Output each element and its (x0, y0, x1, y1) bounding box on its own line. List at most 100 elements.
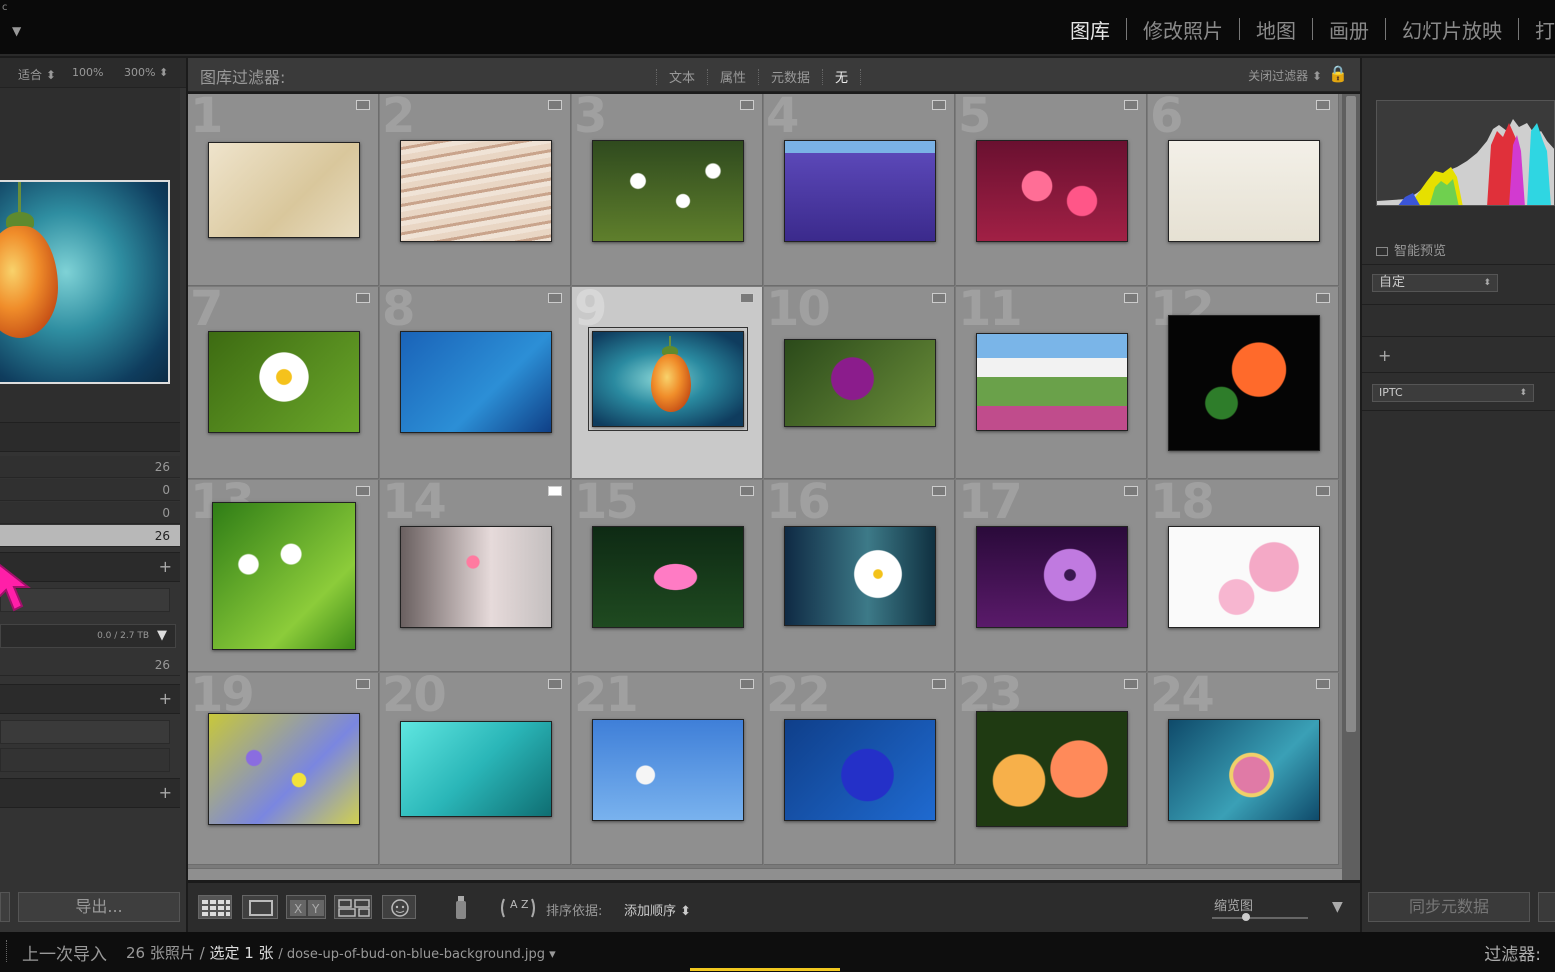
grid-cell[interactable]: 9 (572, 287, 763, 479)
quick-collection-marker-icon[interactable] (548, 293, 562, 303)
grid-cell[interactable]: 22 (764, 673, 955, 865)
quick-collection-marker-icon[interactable] (548, 679, 562, 689)
quick-collection-marker-icon[interactable] (932, 293, 946, 303)
sort-direction-icon[interactable]: A Z (498, 895, 538, 921)
quick-collection-marker-icon[interactable] (1316, 679, 1330, 689)
compare-view-icon[interactable]: XY (286, 895, 326, 919)
photo-thumbnail[interactable] (784, 526, 936, 626)
quick-collection-marker-icon[interactable] (1124, 486, 1138, 496)
photo-thumbnail[interactable] (212, 502, 356, 650)
zoom-100-option[interactable]: 100% (72, 66, 103, 79)
painter-spray-can-icon[interactable] (452, 893, 470, 921)
publish-services-header[interactable]: + (0, 778, 180, 808)
grid-view-icon[interactable] (198, 895, 232, 919)
grid-cell[interactable]: 15 (572, 480, 763, 672)
zoom-300-option[interactable]: 300% ⬍ (124, 66, 168, 79)
photo-thumbnail[interactable] (400, 526, 552, 628)
catalog-row-all-photos[interactable]: 26 (0, 456, 180, 478)
module-library[interactable]: 图库 (1060, 15, 1120, 44)
lock-icon[interactable]: 🔒 (1328, 64, 1348, 83)
photo-thumbnail[interactable] (976, 140, 1128, 242)
grid-cell[interactable]: 18 (1148, 480, 1339, 672)
grid-cell[interactable]: 17 (956, 480, 1147, 672)
people-view-icon[interactable] (382, 895, 416, 919)
photo-thumbnail[interactable] (208, 713, 360, 825)
photo-thumbnail[interactable] (592, 526, 744, 628)
photo-thumbnail[interactable] (1168, 140, 1320, 242)
quick-collection-marker-icon[interactable] (548, 100, 562, 110)
photo-thumbnail[interactable] (592, 140, 744, 242)
grid-cell[interactable]: 1 (188, 94, 379, 286)
photo-thumbnail[interactable] (592, 719, 744, 821)
grid-cell[interactable]: 20 (380, 673, 571, 865)
grid-cell[interactable]: 7 (188, 287, 379, 479)
photo-thumbnail[interactable] (400, 721, 552, 817)
quick-collection-marker-icon[interactable] (740, 100, 754, 110)
quick-collection-marker-icon[interactable] (1124, 293, 1138, 303)
add-publish-service-icon[interactable]: + (159, 783, 172, 802)
quick-collection-marker-icon[interactable] (356, 486, 370, 496)
metadata-preset-select[interactable]: IPTC ⬍ (1372, 384, 1534, 402)
collection-row[interactable] (0, 748, 170, 772)
source-label[interactable]: 上一次导入 (22, 940, 107, 965)
grid-cell[interactable]: 21 (572, 673, 763, 865)
add-folder-icon[interactable]: + (159, 557, 172, 576)
grid-cell[interactable]: 14 (380, 480, 571, 672)
quick-collection-marker-icon[interactable] (1124, 100, 1138, 110)
current-filename[interactable]: / dose-up-of-bud-on-blue-background.jpg … (278, 947, 555, 962)
photo-thumbnail[interactable] (1168, 315, 1320, 451)
quick-collection-marker-icon[interactable] (932, 486, 946, 496)
slider-knob[interactable] (1242, 913, 1250, 921)
filter-attribute-tab[interactable]: 属性 (708, 67, 758, 86)
catalog-row-quick-collection[interactable]: 0 (0, 479, 180, 501)
filter-metadata-tab[interactable]: 元数据 (759, 67, 822, 86)
photo-thumbnail[interactable] (976, 526, 1128, 628)
toolbar-menu-icon[interactable]: ▼ (1332, 899, 1343, 915)
catalog-header[interactable] (0, 422, 180, 452)
photo-thumbnail[interactable] (784, 339, 936, 427)
grid-cell[interactable]: 16 (764, 480, 955, 672)
quick-collection-marker-icon[interactable] (356, 100, 370, 110)
collections-header[interactable]: + (0, 684, 180, 714)
grid-cell[interactable]: 5 (956, 94, 1147, 286)
add-keyword-icon[interactable]: + (1378, 346, 1391, 365)
grid-cell[interactable]: 11 (956, 287, 1147, 479)
thumbnail-size-slider[interactable] (1212, 913, 1308, 921)
sort-order-select[interactable]: 添加顺序 ⬍ (624, 900, 691, 919)
photo-thumbnail[interactable] (588, 327, 748, 431)
quick-collection-marker-icon[interactable] (740, 293, 754, 303)
quick-collection-marker-icon[interactable] (932, 679, 946, 689)
grid-cell[interactable]: 6 (1148, 94, 1339, 286)
volume-expand-icon[interactable]: ▼ (157, 628, 167, 643)
grid-cell[interactable]: 23 (956, 673, 1147, 865)
photo-thumbnail[interactable] (976, 333, 1128, 431)
loupe-view-icon[interactable] (242, 895, 278, 919)
quick-collection-marker-icon[interactable] (1124, 679, 1138, 689)
filter-none-tab[interactable]: 无 (823, 67, 860, 86)
sync-metadata-button[interactable]: 同步元数据 (1368, 892, 1530, 922)
photo-thumbnail[interactable] (784, 719, 936, 821)
filter-text-tab[interactable]: 文本 (657, 67, 707, 86)
quick-collection-marker-icon[interactable] (356, 679, 370, 689)
grid-cell[interactable]: 10 (764, 287, 955, 479)
quick-collection-marker-icon[interactable] (1316, 100, 1330, 110)
quick-collection-marker-icon[interactable] (356, 293, 370, 303)
quick-collection-marker-icon[interactable] (1316, 486, 1330, 496)
quick-develop-preset-select[interactable]: 自定 ⬍ (1372, 274, 1498, 292)
module-print[interactable]: 打 (1525, 15, 1555, 44)
photo-thumbnail[interactable] (1168, 719, 1320, 821)
catalog-row-previous-import[interactable]: 26 (0, 525, 180, 547)
photo-thumbnail[interactable] (208, 142, 360, 238)
grid-cell[interactable]: 2 (380, 94, 571, 286)
photo-thumbnail[interactable] (1168, 526, 1320, 628)
quick-collection-marker-icon[interactable] (932, 100, 946, 110)
quick-collection-marker-icon[interactable] (1316, 293, 1330, 303)
grid-cell[interactable]: 24 (1148, 673, 1339, 865)
survey-view-icon[interactable] (334, 895, 372, 919)
import-button[interactable] (0, 892, 10, 922)
quick-collection-marker-icon[interactable] (740, 679, 754, 689)
sync-settings-button[interactable] (1538, 892, 1555, 922)
grid-cell[interactable]: 3 (572, 94, 763, 286)
photo-thumbnail[interactable] (400, 331, 552, 433)
collection-search-field[interactable] (0, 720, 170, 744)
